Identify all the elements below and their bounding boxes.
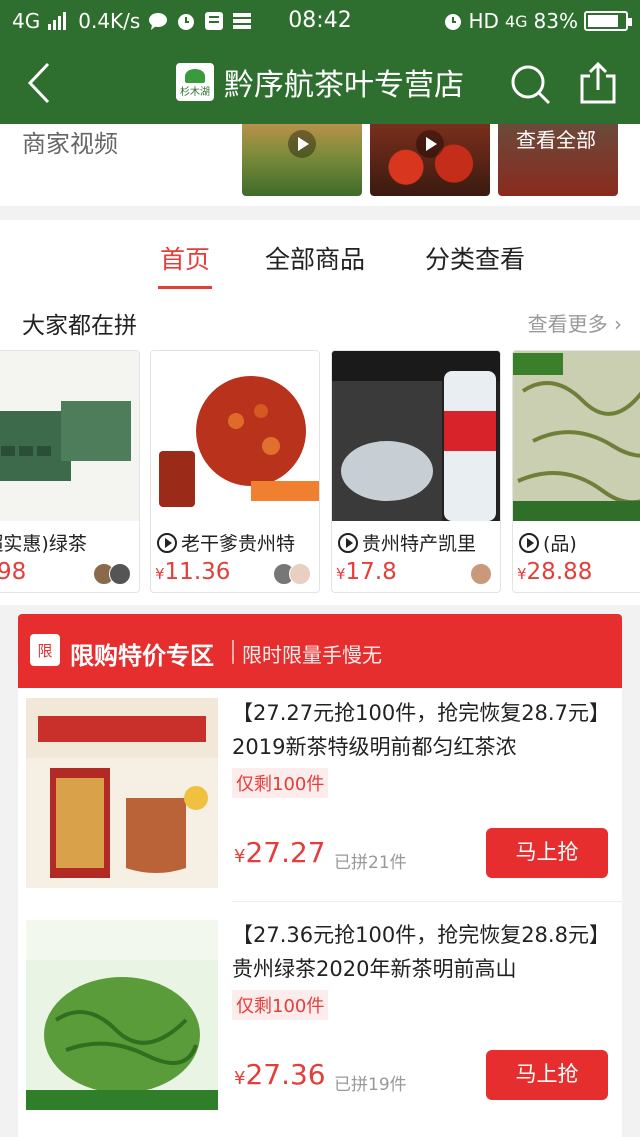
product-name: 贵州特产凯里 (338, 529, 476, 556)
flash-sale-subtitle: 限时限量手慢无 (242, 643, 382, 667)
buy-now-button[interactable]: 马上抢 (486, 828, 608, 878)
product-card[interactable]: (品) ¥28.88 (512, 350, 640, 593)
shopping-bag-icon: 限 (30, 634, 60, 666)
status-time: 08:42 (288, 8, 352, 33)
battery-icon (584, 11, 632, 31)
active-tab-indicator (158, 286, 212, 289)
avatar (289, 563, 311, 585)
product-price: 9.98 (0, 559, 27, 585)
store-logo: 杉木湖 (176, 63, 214, 101)
product-price: ¥28.88 (517, 559, 593, 585)
product-name: (超实惠)绿茶 (0, 533, 87, 555)
product-card[interactable]: 贵州特产凯里 ¥17.8 (331, 350, 501, 593)
merchant-video-strip: 商家视频 查看全部 (0, 124, 640, 206)
video-thumb-peppers[interactable] (370, 124, 490, 196)
tab-categories[interactable]: 分类查看 (425, 240, 525, 276)
video-thumb-see-all[interactable]: 查看全部 (498, 124, 618, 196)
deal-title: 【27.36元抢100件，抢完恢复28.8元】贵州绿茶2020年新茶明前高山 (232, 923, 600, 981)
tab-home[interactable]: 首页 (160, 240, 210, 276)
status-bar: 4G 0.4K/s 08:42 HD 4G 83% (0, 0, 640, 42)
store-tabs: 首页 全部商品 分类查看 (0, 240, 640, 292)
store-content-card: 首页 全部商品 分类查看 大家都在拼 查看更多 › (超实惠)绿茶 9.98 老… (0, 220, 640, 605)
product-card[interactable]: (超实惠)绿茶 9.98 (0, 350, 140, 593)
deal-price: ¥27.27 (234, 836, 326, 869)
deal-image-red-tea (26, 698, 218, 888)
group-buy-products: (超实惠)绿茶 9.98 老干爹贵州特 ¥11.36 贵州特产凯里 ¥17.8 (0, 350, 640, 595)
top-bar: 4G 0.4K/s 08:42 HD 4G 83% 杉木湖 黔序航茶叶专营店 (0, 0, 640, 124)
tab-all-products[interactable]: 全部商品 (265, 240, 365, 276)
product-name: (品) (519, 529, 577, 556)
avatar (109, 563, 131, 585)
product-image-chili-sauce (151, 351, 319, 521)
joined-count: 已拼19件 (334, 1075, 407, 1095)
flash-sale-title: 限购特价专区 (70, 642, 214, 670)
nav-bar: 杉木湖 黔序航茶叶专营店 (0, 42, 640, 124)
product-image-rice-soup (332, 351, 500, 521)
product-image-tea-box (0, 351, 139, 521)
play-icon (416, 130, 444, 158)
product-name: 老干爹贵州特 (157, 529, 295, 556)
product-card[interactable]: 老干爹贵州特 ¥11.36 (150, 350, 320, 593)
stock-remaining-badge: 仅剩100件 (232, 990, 329, 1020)
deal-price: ¥27.36 (234, 1058, 326, 1091)
back-icon[interactable] (20, 60, 60, 106)
see-more-link[interactable]: 查看更多 › (528, 308, 622, 337)
product-price: ¥11.36 (155, 559, 231, 585)
flash-sale-section: 限 限购特价专区 限时限量手慢无 【27.27元抢100件，抢完恢复28.7元】… (18, 614, 622, 1137)
search-icon[interactable] (508, 62, 552, 106)
store-title: 杉木湖 黔序航茶叶专营店 (176, 60, 464, 104)
group-buy-title: 大家都在拼 (22, 313, 137, 339)
video-thumb-tea-field[interactable] (242, 124, 362, 196)
merchant-video-label: 商家视频 (22, 130, 118, 158)
buy-now-button[interactable]: 马上抢 (486, 1050, 608, 1100)
product-image-green-tea (513, 351, 640, 521)
stock-remaining-badge: 仅剩100件 (232, 768, 329, 798)
video-play-icon (519, 532, 539, 553)
buyer-avatars (470, 563, 492, 585)
avatar (470, 563, 492, 585)
deal-item[interactable]: 【27.27元抢100件，抢完恢复28.7元】2019新茶特级明前都匀红茶浓 仅… (18, 688, 622, 908)
joined-count: 已拼21件 (334, 853, 407, 873)
product-price: ¥17.8 (336, 559, 397, 585)
play-icon (288, 130, 316, 158)
deal-item[interactable]: 【27.36元抢100件，抢完恢复28.8元】贵州绿茶2020年新茶明前高山 仅… (18, 910, 622, 1130)
buyer-avatars (93, 563, 131, 585)
flash-sale-header: 限 限购特价专区 限时限量手慢无 (18, 614, 622, 688)
video-play-icon (338, 532, 358, 553)
divider (232, 640, 234, 664)
share-icon[interactable] (578, 60, 618, 104)
page-title: 黔序航茶叶专营店 (224, 68, 464, 103)
logo-text: 杉木湖 (180, 87, 210, 98)
battery-fill (588, 15, 618, 27)
divider (232, 901, 622, 902)
see-all-videos-label: 查看全部 (516, 128, 596, 152)
deal-image-green-tea (26, 920, 218, 1110)
video-play-icon (157, 532, 177, 553)
buyer-avatars (273, 563, 311, 585)
deal-title: 【27.27元抢100件，抢完恢复28.7元】2019新茶特级明前都匀红茶浓 (232, 701, 600, 759)
